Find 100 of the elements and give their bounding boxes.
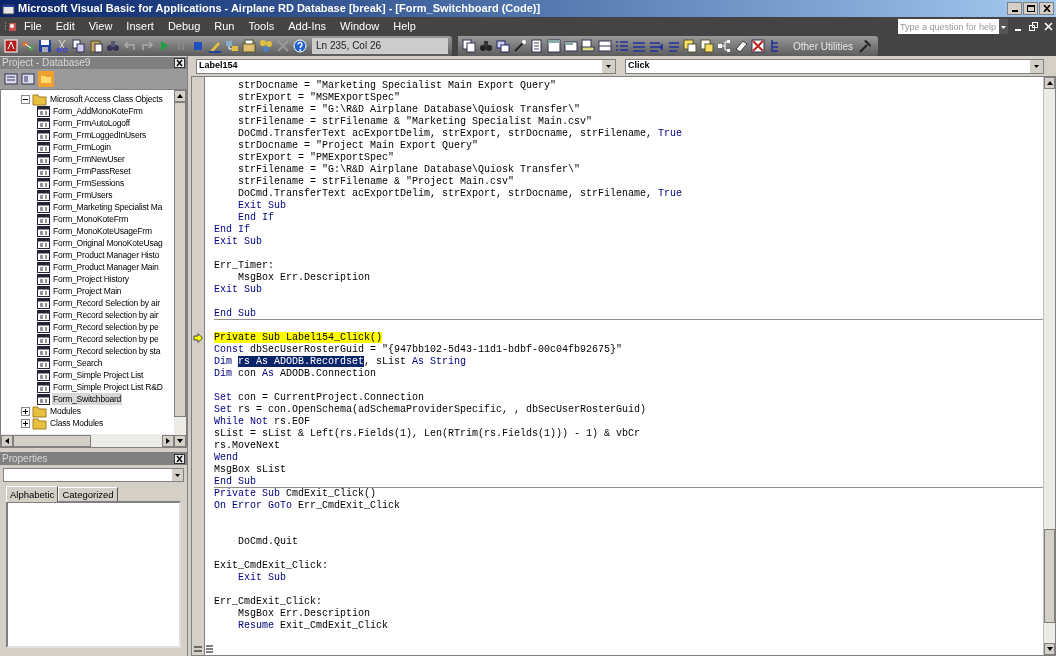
tree-item[interactable]: Form_FrmUsers <box>52 189 114 201</box>
tree-item[interactable]: Form_FrmPassReset <box>52 165 132 177</box>
properties-tab[interactable]: Categorized <box>58 487 118 501</box>
form-icon[interactable] <box>547 39 561 53</box>
tree-item[interactable]: Form_Search <box>52 357 104 369</box>
hammer-icon[interactable] <box>858 39 874 53</box>
execution-arrow-icon[interactable] <box>193 333 203 343</box>
close-icon[interactable] <box>174 453 185 464</box>
tree-item[interactable]: Form_MonoKoteFrm <box>52 213 130 225</box>
redo-icon[interactable] <box>140 39 154 53</box>
windows-icon[interactable] <box>496 39 510 53</box>
code-editor[interactable] <box>191 76 1056 656</box>
scroll-thumb[interactable] <box>1044 529 1055 623</box>
tree-item[interactable]: Form_Project History <box>52 273 130 285</box>
tree-item[interactable]: Form_MonoKoteUsageFrm <box>52 225 153 237</box>
menu-item[interactable]: Window <box>333 18 387 35</box>
access-icon[interactable] <box>4 39 18 53</box>
object-dropdown[interactable] <box>3 468 184 482</box>
tree-item[interactable]: Form_FrmSessions <box>52 177 125 189</box>
close-icon[interactable] <box>174 58 185 68</box>
full-module-view-icon[interactable] <box>205 643 214 655</box>
tree-item[interactable]: Form_FrmAutoLogoff <box>52 117 132 129</box>
object-dropdown[interactable]: Label154 <box>196 58 616 74</box>
form-icon[interactable] <box>581 39 595 53</box>
tree-item[interactable]: Form_Simple Project List R&D <box>52 381 164 393</box>
tree-item[interactable]: Form_Product Manager Histo <box>52 249 161 261</box>
indent-icon[interactable] <box>649 39 663 53</box>
eraser-icon[interactable] <box>734 39 748 53</box>
maximize-button[interactable] <box>1023 2 1038 15</box>
scroll-thumb[interactable] <box>13 434 91 447</box>
tree-item[interactable]: Form_Marketing Specialist Ma <box>52 201 164 213</box>
tree-item[interactable]: Form_Record selection by air <box>52 309 160 321</box>
tree-item[interactable]: Modules <box>49 405 82 417</box>
menu-item[interactable]: Help <box>386 18 423 35</box>
copy-icon[interactable] <box>72 39 86 53</box>
collapse-icon[interactable] <box>21 94 30 104</box>
cut-icon[interactable] <box>55 39 69 53</box>
restore-icon[interactable] <box>1029 22 1038 31</box>
menu-item[interactable]: Run <box>207 18 242 35</box>
tree-item[interactable]: Form_FrmLogin <box>52 141 112 153</box>
menu-item[interactable]: Add-Ins <box>281 18 334 35</box>
tree-item[interactable]: Form_Record selection by pe <box>52 333 160 345</box>
undo-icon[interactable] <box>123 39 137 53</box>
close-button[interactable] <box>1039 2 1054 15</box>
minimize-button[interactable] <box>1007 2 1022 15</box>
find-icon[interactable] <box>106 39 120 53</box>
tree-item[interactable]: Form_Record selection by sta <box>52 345 162 357</box>
paste-icon[interactable] <box>89 39 103 53</box>
scroll-left-icon[interactable] <box>5 437 9 444</box>
menu-item[interactable]: Edit <box>48 18 82 35</box>
tree-item[interactable]: Form_AddMonoKoteFrm <box>52 105 144 117</box>
view-object-icon[interactable] <box>21 72 35 86</box>
design-mode-icon[interactable] <box>208 39 222 53</box>
form-icon[interactable] <box>564 39 578 53</box>
tree-item[interactable]: Form_Record Selection by air <box>52 297 161 309</box>
tree-item[interactable]: Microsoft Access Class Objects <box>49 93 164 105</box>
tree-item[interactable]: Form_Switchboard <box>52 393 123 405</box>
project-explorer-icon[interactable] <box>225 39 239 53</box>
menu-item[interactable]: Tools <box>241 18 282 35</box>
scroll-up-icon[interactable] <box>1046 81 1053 85</box>
tree-item[interactable]: Form_FrmNewUser <box>52 153 126 165</box>
wand-icon[interactable] <box>513 39 527 53</box>
expand-icon[interactable] <box>21 406 30 416</box>
scroll-up-icon[interactable] <box>177 94 183 98</box>
save-icon[interactable] <box>38 39 52 53</box>
tree-item[interactable]: Class Modules <box>49 417 105 429</box>
horizontal-scrollbar[interactable] <box>1 434 174 447</box>
copy-icon[interactable] <box>462 39 476 53</box>
move-up-icon[interactable] <box>683 39 697 53</box>
help-search-field[interactable]: Type a question for help <box>898 19 1008 34</box>
help-icon[interactable] <box>293 39 307 53</box>
document-icon[interactable] <box>530 39 544 53</box>
tree-item[interactable]: Form_Record selection by pe <box>52 321 160 333</box>
tree-item[interactable]: Form_Product Manager Main <box>52 261 160 273</box>
tree-item[interactable]: Form_FrmLoggedInUsers <box>52 129 148 141</box>
menu-item[interactable]: Debug <box>160 18 208 35</box>
scroll-down-icon[interactable] <box>1046 647 1053 651</box>
hierarchy-icon[interactable] <box>717 39 731 53</box>
list-icon[interactable] <box>632 39 646 53</box>
procedure-dropdown[interactable]: Click <box>625 58 1044 74</box>
outdent-icon[interactable] <box>666 39 680 53</box>
tree-item[interactable]: Form_Original MonoKoteUsag <box>52 237 164 249</box>
move-down-icon[interactable] <box>700 39 714 53</box>
scroll-down-icon[interactable] <box>177 439 183 443</box>
vertical-scrollbar[interactable] <box>1043 77 1055 655</box>
delete-form-icon[interactable] <box>751 39 765 53</box>
other-utilities-menu[interactable]: Other Utilities <box>791 38 855 54</box>
menu-item[interactable]: View <box>81 18 120 35</box>
properties-tab[interactable]: Alphabetic <box>6 486 59 502</box>
tree-item[interactable]: Form_Project Main <box>52 285 123 297</box>
expand-icon[interactable] <box>21 418 30 428</box>
scroll-right-icon[interactable] <box>166 437 170 444</box>
properties-icon[interactable] <box>242 39 256 53</box>
tree-item[interactable]: Form_Simple Project List <box>52 369 145 381</box>
binoculars-icon[interactable] <box>479 39 493 53</box>
form-icon[interactable] <box>598 39 612 53</box>
view-code-icon[interactable] <box>4 72 18 86</box>
menu-item[interactable]: File <box>17 18 49 35</box>
menu-item[interactable]: Insert <box>119 18 161 35</box>
procedure-view-icon[interactable] <box>192 645 204 653</box>
